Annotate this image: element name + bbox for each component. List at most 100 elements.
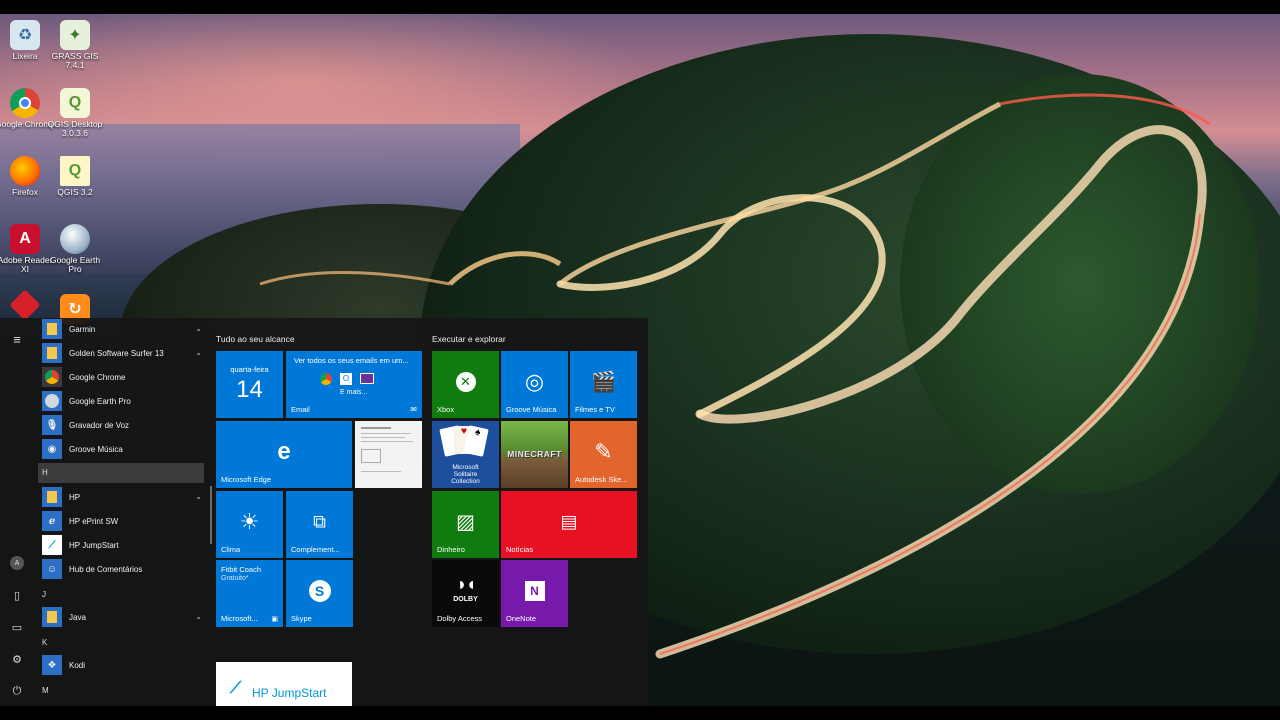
preview-line: [361, 437, 405, 438]
power-icon[interactable]: ⏻: [8, 682, 26, 700]
preview-line: [361, 441, 413, 442]
store-badge-icon: ▣: [271, 616, 278, 623]
qgis-icon: Q: [60, 88, 90, 118]
start-menu: ≡ A ▯ ▭ ⚙ ⏻ Garmin ⌄ Golden Software Sur…: [0, 318, 648, 706]
desktop-icon-qgis-desktop[interactable]: Q QGIS Desktop 3.0.3.6: [45, 88, 105, 138]
app-list-item-hp[interactable]: HP ⌄: [42, 486, 202, 508]
document-preview-tile[interactable]: [355, 421, 422, 488]
grass-gis-icon: ✦: [60, 20, 90, 50]
clapperboard-icon: 🎬: [591, 371, 616, 394]
app-list-item-garmin[interactable]: Garmin ⌄: [42, 318, 202, 340]
start-rail: ≡ A ▯ ▭ ⚙ ⏻: [0, 318, 34, 706]
app-list-item-java[interactable]: Java ⌄: [42, 606, 202, 628]
tile-group-title: Executar e explorar: [432, 334, 506, 344]
adobe-reader-icon: A: [10, 224, 40, 254]
hamburger-menu-icon[interactable]: ≡: [8, 330, 26, 348]
folder-icon: [42, 607, 62, 627]
hp-jumpstart-logo-icon: ⟋: [230, 680, 242, 697]
playing-card-icon: ♠: [463, 425, 489, 457]
folder-icon: [42, 487, 62, 507]
fitbit-coach-tile[interactable]: Fitbit Coach Gratuito* Microsoft... ▣: [216, 560, 283, 627]
google-icon: [320, 373, 332, 385]
chrome-icon: [42, 367, 62, 387]
chevron-down-icon: ⌄: [195, 348, 202, 357]
user-avatar[interactable]: A: [8, 554, 26, 572]
microsoft-edge-tile[interactable]: e Microsoft Edge: [216, 421, 352, 488]
skype-tile[interactable]: S Skype: [286, 560, 353, 627]
app-list-item-hp-jumpstart[interactable]: ⟋ HP JumpStart: [42, 534, 202, 556]
edge-icon: e: [277, 437, 291, 465]
bottom-letterbox: [0, 706, 1280, 720]
chevron-down-icon: ⌄: [195, 612, 202, 621]
desktop-icon-google-earth[interactable]: Google Earth Pro: [45, 224, 105, 274]
groove-music-tile[interactable]: ◎ Groove Música: [501, 351, 568, 418]
preview-box: [361, 449, 381, 463]
solitaire-tile[interactable]: ♥ ♠ Microsoft Solitaire Collection: [432, 421, 499, 488]
app-list-item-feedback-hub[interactable]: ☺ Hub de Comentários: [42, 558, 202, 580]
app-list-letter-m[interactable]: M: [42, 686, 49, 695]
app-list-item-google-chrome[interactable]: Google Chrome: [42, 366, 202, 388]
dolby-logo-icon: ◗◖: [456, 574, 477, 594]
app-list-item-voice-recorder[interactable]: 🎙 Gravador de Voz: [42, 414, 202, 436]
recycle-bin-icon: ♻: [10, 20, 40, 50]
dolby-access-tile[interactable]: ◗◖ DOLBY Dolby Access: [432, 560, 499, 627]
preview-line: [361, 471, 401, 472]
pictures-icon[interactable]: ▭: [8, 618, 26, 636]
skype-icon: S: [308, 579, 331, 602]
news-tile[interactable]: ▤ Notícias: [501, 491, 637, 558]
mail-badge-icon: ✉: [410, 405, 417, 414]
microphone-icon: 🎙: [42, 415, 62, 435]
calendar-tile[interactable]: quarta-feira 14: [216, 351, 283, 418]
money-tile[interactable]: ▨ Dinheiro: [432, 491, 499, 558]
chevron-down-icon: ⌄: [195, 324, 202, 333]
preview-line: [361, 433, 411, 434]
kodi-icon: ❖: [42, 655, 62, 675]
red-diamond-icon: [9, 289, 41, 321]
xbox-icon: ✕: [455, 371, 476, 392]
chevron-down-icon: ⌄: [195, 492, 202, 501]
groove-music-icon: ◉: [42, 439, 62, 459]
firefox-icon: [10, 156, 40, 186]
desktop-icon-qgis-file[interactable]: Q QGIS 3.2: [45, 156, 105, 197]
sun-icon: ☀: [239, 508, 260, 534]
app-list-item-groove-music[interactable]: ◉ Groove Música: [42, 438, 202, 460]
qgis-file-icon: Q: [60, 156, 90, 186]
documents-icon[interactable]: ▯: [8, 586, 26, 604]
app-list-item-google-earth[interactable]: Google Earth Pro: [42, 390, 202, 412]
app-list-letter-k[interactable]: K: [42, 638, 47, 647]
settings-gear-icon[interactable]: ⚙: [8, 650, 26, 668]
app-list-letter-j[interactable]: J: [42, 590, 46, 599]
app-list: Garmin ⌄ Golden Software Surfer 13 ⌄ Goo…: [38, 318, 208, 706]
outlook-icon: O: [340, 373, 352, 385]
newspaper-icon: ▤: [560, 511, 578, 532]
app-list-item-hp-eprint[interactable]: ℯ HP ePrint SW: [42, 510, 202, 532]
devices-icon: ⧉: [313, 511, 326, 532]
minecraft-tile[interactable]: MINECRAFT: [501, 421, 568, 488]
google-earth-icon: [60, 224, 90, 254]
preview-line: [361, 427, 391, 429]
google-earth-icon: [42, 391, 62, 411]
folder-icon: [42, 319, 62, 339]
onenote-tile[interactable]: N OneNote: [501, 560, 568, 627]
app-list-scrollbar[interactable]: [210, 486, 212, 544]
hp-jumpstart-tile[interactable]: ⟋ HP JumpStart: [216, 662, 352, 706]
weather-tile[interactable]: ☀ Clima: [216, 491, 283, 558]
groove-music-icon: ◎: [524, 368, 545, 394]
xbox-tile[interactable]: ✕ Xbox: [432, 351, 499, 418]
onenote-icon: N: [524, 580, 545, 601]
app-list-letter-h[interactable]: H: [38, 463, 204, 483]
pencil-icon: ✎: [594, 438, 613, 464]
app-list-item-golden-software[interactable]: Golden Software Surfer 13 ⌄: [42, 342, 202, 364]
app-list-item-kodi[interactable]: ❖ Kodi: [42, 654, 202, 676]
films-tv-tile[interactable]: 🎬 Filmes e TV: [570, 351, 637, 418]
email-tile[interactable]: Ver todos os seus emails em um... O E ma…: [286, 351, 422, 418]
autodesk-sketchbook-tile[interactable]: ✎ Autodesk Ske...: [570, 421, 637, 488]
feedback-hub-icon: ☺: [42, 559, 62, 579]
chart-icon: ▨: [456, 511, 475, 534]
complements-tile[interactable]: ⧉ Complement...: [286, 491, 353, 558]
folder-icon: [42, 343, 62, 363]
tile-group-title: Tudo ao seu alcance: [216, 334, 295, 344]
chrome-icon: [10, 88, 40, 118]
desktop-icon-grass-gis[interactable]: ✦ GRASS GIS 7.4.1: [45, 20, 105, 70]
yahoo-mail-icon: [360, 373, 374, 384]
